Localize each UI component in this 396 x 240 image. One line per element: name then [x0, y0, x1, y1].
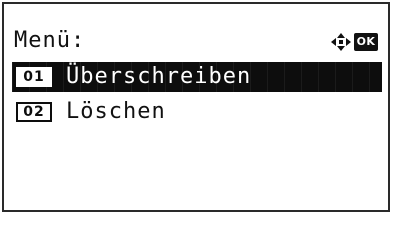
menu-item-number: 02: [16, 102, 52, 122]
menu-title: Menü:: [14, 28, 86, 53]
menu-item-label: Überschreiben: [66, 64, 252, 89]
menu-item-number: 01: [16, 67, 52, 87]
menu-item-ueberschreiben[interactable]: 01 Überschreiben: [12, 62, 382, 92]
navigation-hint: OK: [330, 32, 378, 52]
menu-item-label: Löschen: [66, 99, 166, 124]
four-way-arrow-icon: [331, 33, 351, 51]
lcd-screen: Menü: OK 01 Überschreiben 02 Löschen: [2, 2, 390, 212]
screen-header: Menü: OK: [12, 26, 382, 56]
menu-item-loeschen[interactable]: 02 Löschen: [12, 97, 382, 127]
ok-key-icon: OK: [354, 33, 378, 51]
